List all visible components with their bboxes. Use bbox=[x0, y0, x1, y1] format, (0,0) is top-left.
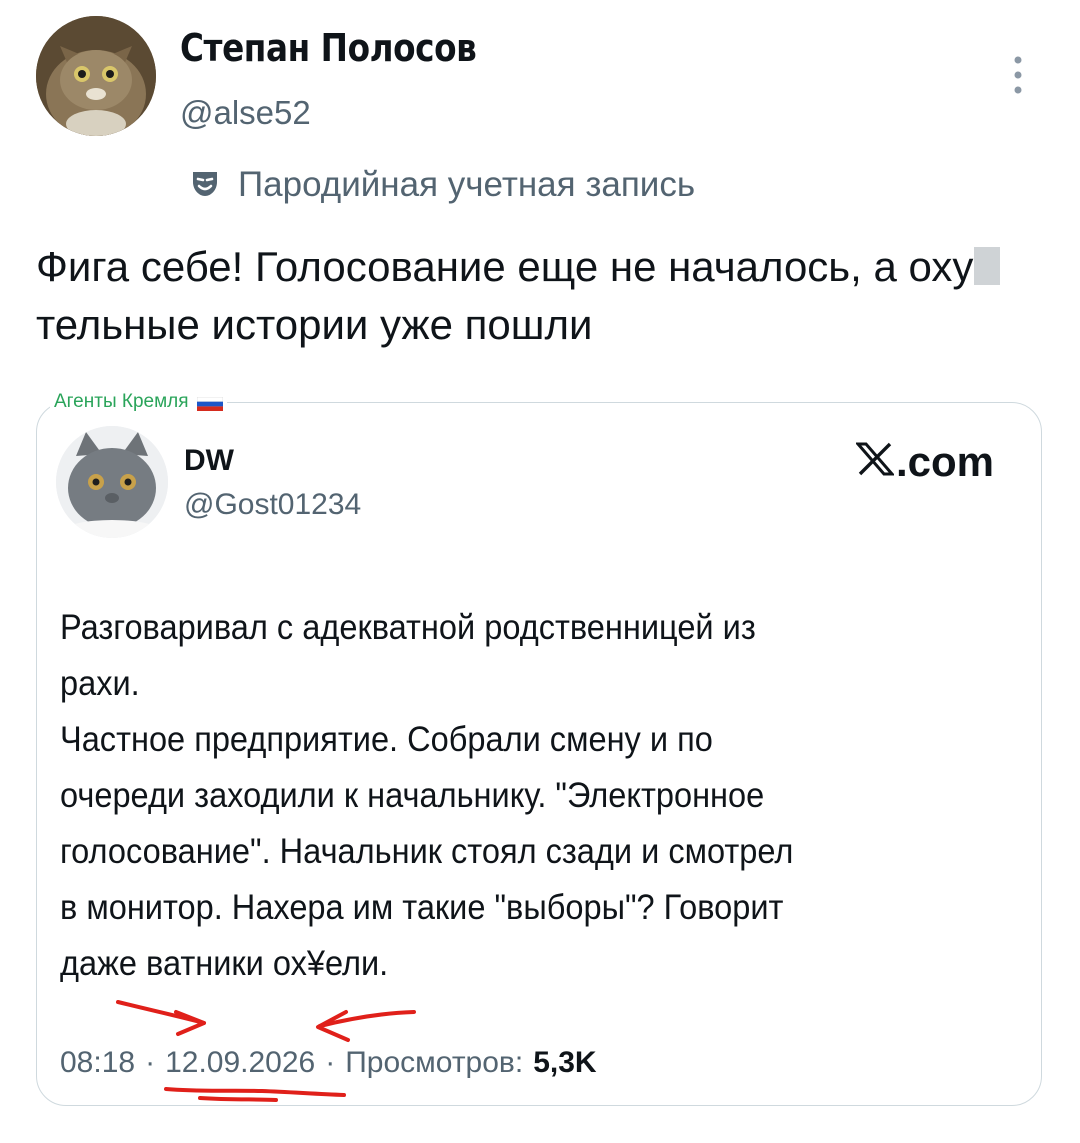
quoted-text-line: голосование". Начальник стоял сзади и см… bbox=[60, 832, 794, 871]
quoted-author-handle[interactable]: @Gost01234 bbox=[184, 488, 361, 522]
more-vertical-icon[interactable] bbox=[1006, 52, 1030, 98]
meta-separator: · bbox=[325, 1046, 336, 1079]
quoted-text-line: рахи. bbox=[60, 664, 140, 703]
views-count: 5,3K bbox=[533, 1046, 597, 1079]
x-com-text: .com bbox=[896, 438, 995, 485]
post-meta: 08:18 · 12.09.2026 · Просмотров: 5,3K bbox=[60, 1046, 597, 1080]
quoted-author-name[interactable]: DW bbox=[184, 444, 234, 478]
parody-badge: Пародийная учетная запись bbox=[190, 163, 695, 207]
views-label: Просмотров: bbox=[345, 1046, 524, 1079]
censor-block bbox=[974, 247, 1001, 285]
quoted-text-line: в монитор. Нахера им такие "выборы"? Гов… bbox=[60, 888, 784, 927]
x-logo-icon bbox=[854, 438, 896, 486]
quoted-author-avatar[interactable] bbox=[56, 426, 168, 538]
russian-flag-icon bbox=[196, 395, 223, 411]
author-avatar[interactable] bbox=[36, 16, 156, 136]
quoted-text-line: очереди заходили к начальнику. "Электрон… bbox=[60, 776, 765, 815]
tweet-text: Фига себе! Голосование еще не началось, … bbox=[36, 238, 1046, 354]
author-handle[interactable]: @alse52 bbox=[180, 94, 311, 132]
quoted-text: Разговаривал с адекватной родственницей … bbox=[60, 600, 953, 992]
quoted-text-line: Разговаривал с адекватной родственницей … bbox=[60, 608, 756, 647]
x-com-source[interactable]: .com bbox=[854, 438, 995, 486]
author-name[interactable]: Степан Полосов bbox=[180, 26, 477, 70]
post-date[interactable]: 12.09.2026 bbox=[165, 1046, 315, 1080]
mask-icon bbox=[190, 168, 220, 203]
quoted-text-line: Частное предприятие. Собрали смену и по bbox=[60, 720, 713, 759]
parody-label: Пародийная учетная запись bbox=[238, 165, 696, 204]
group-label[interactable]: Агенты Кремля bbox=[50, 391, 227, 413]
tweet-text-part2: тельные истории уже пошли bbox=[36, 301, 593, 348]
meta-separator: · bbox=[145, 1046, 156, 1079]
post-time[interactable]: 08:18 bbox=[60, 1046, 135, 1080]
tweet-text-part1: Фига себе! Голосование еще не началось, … bbox=[36, 243, 974, 290]
group-label-text: Агенты Кремля bbox=[54, 391, 189, 412]
quoted-text-line: даже ватники ох¥ели. bbox=[60, 944, 389, 983]
